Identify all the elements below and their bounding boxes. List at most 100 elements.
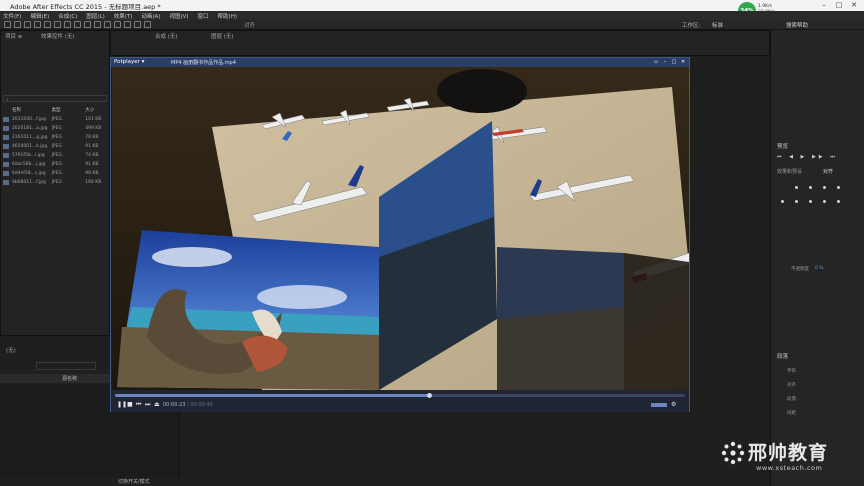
brush-tool-icon[interactable] xyxy=(104,21,111,28)
tab-project[interactable]: 项目 ≡ xyxy=(5,32,22,42)
align-middle-icon[interactable] xyxy=(809,186,812,189)
pause-icon[interactable]: ❚❚ xyxy=(117,401,127,408)
toggle-switches-modes[interactable]: 切换开关/模式 xyxy=(118,478,150,485)
menu-help[interactable]: 帮助(H) xyxy=(218,12,237,20)
column-source-name[interactable]: 源名称 xyxy=(62,375,77,382)
pen-tool-icon[interactable] xyxy=(84,21,91,28)
player-pin-icon[interactable]: ▫ xyxy=(653,59,659,65)
distribute-middle-icon[interactable] xyxy=(809,200,812,203)
menu-window[interactable]: 窗口 xyxy=(198,12,209,20)
menu-file[interactable]: 文件(F) xyxy=(3,12,21,20)
distribute-right-icon[interactable] xyxy=(837,200,840,203)
home-tool-icon[interactable] xyxy=(4,21,11,28)
player-maximize-icon[interactable]: □ xyxy=(671,59,677,65)
image-thumb-icon xyxy=(3,116,9,122)
player-titlebar[interactable]: Potplayer ▾ MP4 画册翻书作品作品.mp4 ▫ – □ ✕ xyxy=(111,58,689,67)
distribute-top-icon[interactable] xyxy=(795,200,798,203)
text-option[interactable]: 对齐 xyxy=(787,382,796,388)
menu-composition[interactable]: 合成(C) xyxy=(58,12,77,20)
prev-icon[interactable]: ⏮ xyxy=(136,401,141,409)
zoom-tool-icon[interactable] xyxy=(34,21,41,28)
maximize-button[interactable]: □ xyxy=(833,0,845,10)
seek-bar[interactable] xyxy=(115,393,685,398)
minimize-button[interactable]: – xyxy=(818,0,830,10)
seek-fill xyxy=(115,394,429,397)
align-right-icon[interactable] xyxy=(837,186,840,189)
tab-align[interactable]: 对齐 xyxy=(823,168,833,175)
puppet-tool-icon[interactable] xyxy=(144,21,151,28)
book-left-page xyxy=(117,230,379,390)
type-tool-icon[interactable] xyxy=(94,21,101,28)
project-search-input[interactable]: ⌕ xyxy=(3,95,107,103)
menu-view[interactable]: 视图(V) xyxy=(169,12,188,20)
opacity-label: 不透明度 xyxy=(791,267,809,272)
mask-tool-icon[interactable] xyxy=(74,21,81,28)
pan-behind-tool-icon[interactable] xyxy=(64,21,71,28)
align-top-icon[interactable] xyxy=(795,186,798,189)
eraser-tool-icon[interactable] xyxy=(124,21,131,28)
lamp-shadow xyxy=(437,69,527,113)
column-type[interactable]: 类型 xyxy=(52,107,86,113)
tab-timeline[interactable]: (无) xyxy=(6,346,16,356)
workspace-select[interactable]: 标准 xyxy=(712,21,723,29)
help-search-input[interactable]: 搜索帮助 xyxy=(786,21,808,29)
player-close-icon[interactable]: ✕ xyxy=(680,59,686,65)
volume-slider[interactable] xyxy=(651,403,667,407)
menu-bar: 文件(F) 编辑(E) 合成(C) 图层(L) 效果(T) 动画(A) 视图(V… xyxy=(0,11,864,20)
hand-tool-icon[interactable] xyxy=(24,21,31,28)
window-titlebar: Adobe After Effects CC 2015 - 无标题项目.aep … xyxy=(0,0,864,11)
composition-panel: 合成 (无) 图层 (无) xyxy=(110,30,770,56)
camera-tool-icon[interactable] xyxy=(54,21,61,28)
project-item[interactable]: 9b68011...f.jpg JPEG 166 KB xyxy=(3,178,111,186)
align-left-icon[interactable] xyxy=(781,200,784,203)
settings-gear-icon[interactable]: ⚙ xyxy=(671,401,676,408)
menu-effect[interactable]: 效果(T) xyxy=(114,12,133,20)
watermark-url: www.xsteach.com xyxy=(756,464,823,472)
window-controls: – □ ✕ xyxy=(818,0,860,11)
menu-layer[interactable]: 图层(L) xyxy=(86,12,104,20)
player-controls: ❚❚ ■ ⏮ ⏭ ⏏ 00:00:23 / 00:00:46 ⚙ xyxy=(111,390,689,412)
workspace-label: 工作区: xyxy=(682,23,701,29)
timeline-search-input[interactable] xyxy=(36,362,96,370)
player-minimize-icon[interactable]: – xyxy=(662,59,668,65)
eject-icon[interactable]: ⏏ xyxy=(154,401,160,408)
align-bottom-icon[interactable] xyxy=(823,186,826,189)
project-item[interactable]: 6dac58b...j.jpg JPEG 91 KB xyxy=(3,160,111,168)
project-item[interactable]: 4654001...k.jpg JPEG 91 KB xyxy=(3,142,111,150)
project-columns-header: 名称 类型 大小 xyxy=(3,106,111,114)
project-item[interactable]: 2161011...g.jpg JPEG 78 KB xyxy=(3,133,111,141)
tab-composition[interactable]: 合成 (无) xyxy=(155,32,178,42)
player-app-menu[interactable]: Potplayer ▾ xyxy=(114,59,144,65)
next-icon[interactable]: ⏭ xyxy=(145,401,150,409)
clone-tool-icon[interactable] xyxy=(114,21,121,28)
video-frame[interactable] xyxy=(112,67,689,390)
column-size[interactable]: 大小 xyxy=(85,107,111,113)
roto-tool-icon[interactable] xyxy=(134,21,141,28)
text-option[interactable]: 段落 xyxy=(787,396,796,402)
distribute-bottom-icon[interactable] xyxy=(823,200,826,203)
menu-animation[interactable]: 动画(A) xyxy=(141,12,160,20)
text-option[interactable]: 间距 xyxy=(787,410,796,416)
text-option[interactable]: 字符 xyxy=(787,368,796,374)
opacity-value[interactable]: 0 % xyxy=(815,266,824,271)
column-name[interactable]: 名称 xyxy=(12,107,52,113)
project-item[interactable]: 6d4ef28...s.jpg JPEG 99 KB xyxy=(3,169,111,177)
project-item[interactable]: 5791f5b...l.jpg JPEG 74 KB xyxy=(3,151,111,159)
tab-effect-controls[interactable]: 效果控件 (无) xyxy=(41,32,75,42)
close-button[interactable]: ✕ xyxy=(848,0,860,10)
stop-icon[interactable]: ■ xyxy=(127,401,133,408)
selection-tool-icon[interactable] xyxy=(14,21,21,28)
video-scene xyxy=(112,67,689,390)
menu-edit[interactable]: 编辑(E) xyxy=(30,12,49,20)
image-thumb-icon xyxy=(3,161,9,167)
preview-controls[interactable]: ⏮ ◀ ▶ ▶▶ ⏭ xyxy=(777,154,859,160)
tab-effects-presets[interactable]: 效果和预设 xyxy=(777,168,802,175)
rotate-tool-icon[interactable] xyxy=(44,21,51,28)
project-item[interactable]: 2020181...a.jpg JPEG 499 KB xyxy=(3,124,111,132)
project-panel: 项目 ≡ 效果控件 (无) ⌕ 名称 类型 大小 2011040...f.jpg… xyxy=(0,30,111,343)
tab-layer[interactable]: 图层 (无) xyxy=(211,32,234,42)
video-player-window[interactable]: Potplayer ▾ MP4 画册翻书作品作品.mp4 ▫ – □ ✕ ❚❚ … xyxy=(110,57,690,412)
watermark: 邢帅教育 www.xsteach.com xyxy=(720,436,860,476)
project-item[interactable]: 2011040...f.jpg JPEG 101 KB xyxy=(3,115,111,123)
seek-knob[interactable] xyxy=(426,393,432,398)
